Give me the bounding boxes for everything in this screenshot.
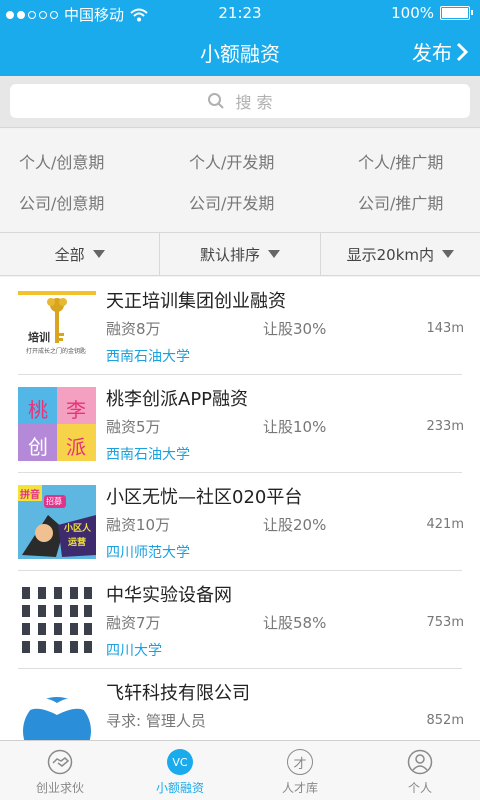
distance: 852m	[426, 713, 464, 728]
financing-amount: 融资7万	[106, 614, 161, 632]
distance: 753m	[426, 615, 464, 630]
handshake-icon	[47, 749, 73, 775]
project-thumbnail: 拼音 招募 小区人 运营	[18, 485, 96, 559]
category-personal-promo[interactable]: 个人/推广期	[358, 149, 443, 173]
thumb-char: 派	[66, 435, 86, 459]
search-bar: 搜 索	[0, 76, 480, 128]
list-item[interactable]: 飞轩科技有限公司 寻求: 管理人员 852m	[0, 669, 480, 740]
talent-icon-text: 才	[293, 756, 307, 772]
search-placeholder: 搜 索	[235, 93, 273, 112]
nav-bar: 小额融资 发布	[0, 28, 480, 76]
equity-share: 让股58%	[263, 614, 327, 632]
list-item[interactable]: 桃 李 创 派 桃李创派APP融资 融资5万 让股10% 233m 西南石油大学	[0, 375, 480, 473]
vc-icon: VC	[167, 749, 193, 775]
school-link[interactable]: 西南石油大学	[106, 346, 190, 366]
equity-share: 让股20%	[263, 516, 327, 534]
seeking-label: 寻求: 管理人员	[106, 712, 206, 730]
distance: 233m	[426, 419, 464, 434]
tab-personal[interactable]: 个人	[360, 741, 480, 800]
category-company-idea[interactable]: 公司/创意期	[19, 190, 104, 214]
category-personal-dev[interactable]: 个人/开发期	[189, 149, 274, 173]
dropdown-triangle-icon	[92, 250, 105, 258]
financing-amount: 融资10万	[106, 516, 171, 534]
project-thumbnail: 培训 打开成长之门的金钥匙	[18, 289, 96, 363]
tab-talent[interactable]: 才 人才库	[240, 741, 360, 800]
battery-icon	[440, 6, 473, 20]
category-company-promo[interactable]: 公司/推广期	[358, 190, 443, 214]
company-logo	[23, 697, 91, 740]
tab-label: 创业求伙	[35, 781, 84, 795]
list-item[interactable]: 培训 打开成长之门的金钥匙 天正培训集团创业融资 融资8万 让股30% 143m…	[0, 277, 480, 375]
lab-equipment-image	[22, 587, 92, 653]
tab-bar: 创业求伙 VC 小额融资 才 人才库 个人	[0, 740, 480, 800]
school-link[interactable]: 西南石油大学	[106, 444, 190, 464]
thumb-tag: 小区人	[64, 524, 92, 534]
talent-icon: 才	[287, 749, 313, 775]
filter-label: 显示20km内	[346, 245, 435, 264]
thumb-char: 桃	[28, 398, 48, 422]
equity-share: 让股30%	[263, 320, 327, 338]
status-right: 100%	[391, 4, 473, 22]
tab-partner[interactable]: 创业求伙	[0, 741, 120, 800]
tab-label: 个人	[407, 781, 432, 795]
filter-all-dropdown[interactable]: 全部	[0, 233, 161, 275]
project-name: 桃李创派APP融资	[106, 389, 249, 410]
chevron-right-icon	[456, 42, 468, 61]
filter-label: 默认排序	[199, 245, 260, 264]
category-company-dev[interactable]: 公司/开发期	[189, 190, 274, 214]
project-thumbnail	[18, 681, 96, 740]
tab-label: 小额融资	[155, 781, 204, 795]
publish-button[interactable]: 发布	[412, 37, 468, 66]
dropdown-triangle-icon	[442, 250, 455, 258]
status-bar: 中国移动 21:23 100%	[0, 0, 480, 28]
dropdown-triangle-icon	[268, 250, 280, 258]
category-grid: 个人/创意期 个人/开发期 个人/推广期 公司/创意期 公司/开发期 公司/推广…	[0, 129, 480, 233]
school-link[interactable]: 四川师范大学	[106, 542, 190, 562]
page-title: 小额融资	[200, 42, 280, 66]
thumb-caption: 打开成长之门的金钥匙	[26, 348, 87, 355]
vc-icon-text: VC	[172, 755, 188, 769]
thumb-char: 创	[28, 435, 48, 459]
equity-share: 让股10%	[263, 418, 327, 436]
school-link[interactable]: 四川大学	[106, 640, 162, 660]
project-name: 天正培训集团创业融资	[106, 291, 286, 312]
financing-amount: 融资5万	[106, 418, 161, 436]
project-name: 小区无忧—社区020平台	[106, 487, 303, 508]
project-thumbnail: 桃 李 创 派	[18, 387, 96, 461]
tab-label: 人才库	[281, 781, 318, 795]
list-item[interactable]: 拼音 招募 小区人 运营 小区无忧—社区020平台 融资10万 让股20% 42…	[0, 473, 480, 571]
list-item[interactable]: 中华实验设备网 融资7万 让股58% 753m 四川大学	[0, 571, 480, 669]
filter-sort-dropdown[interactable]: 默认排序	[160, 233, 321, 275]
category-personal-idea[interactable]: 个人/创意期	[19, 149, 104, 173]
search-input[interactable]: 搜 索	[10, 84, 470, 118]
project-thumbnail	[18, 583, 96, 657]
battery-percent: 100%	[391, 4, 434, 22]
search-icon	[208, 93, 225, 109]
filter-distance-dropdown[interactable]: 显示20km内	[321, 233, 480, 275]
project-list: 培训 打开成长之门的金钥匙 天正培训集团创业融资 融资8万 让股30% 143m…	[0, 277, 480, 740]
thumb-title: 培训	[28, 331, 50, 344]
thumb-char: 李	[66, 398, 86, 422]
tab-microfinance[interactable]: VC 小额融资	[120, 741, 240, 800]
filter-bar: 全部 默认排序 显示20km内	[0, 233, 480, 276]
thumb-tag: 运营	[68, 538, 87, 548]
filter-label: 全部	[54, 245, 85, 264]
distance: 143m	[426, 321, 464, 336]
person-icon	[407, 749, 433, 775]
publish-label: 发布	[412, 41, 452, 65]
project-name: 中华实验设备网	[106, 585, 232, 606]
distance: 421m	[426, 517, 464, 532]
financing-amount: 融资8万	[106, 320, 161, 338]
project-name: 飞轩科技有限公司	[106, 683, 250, 704]
